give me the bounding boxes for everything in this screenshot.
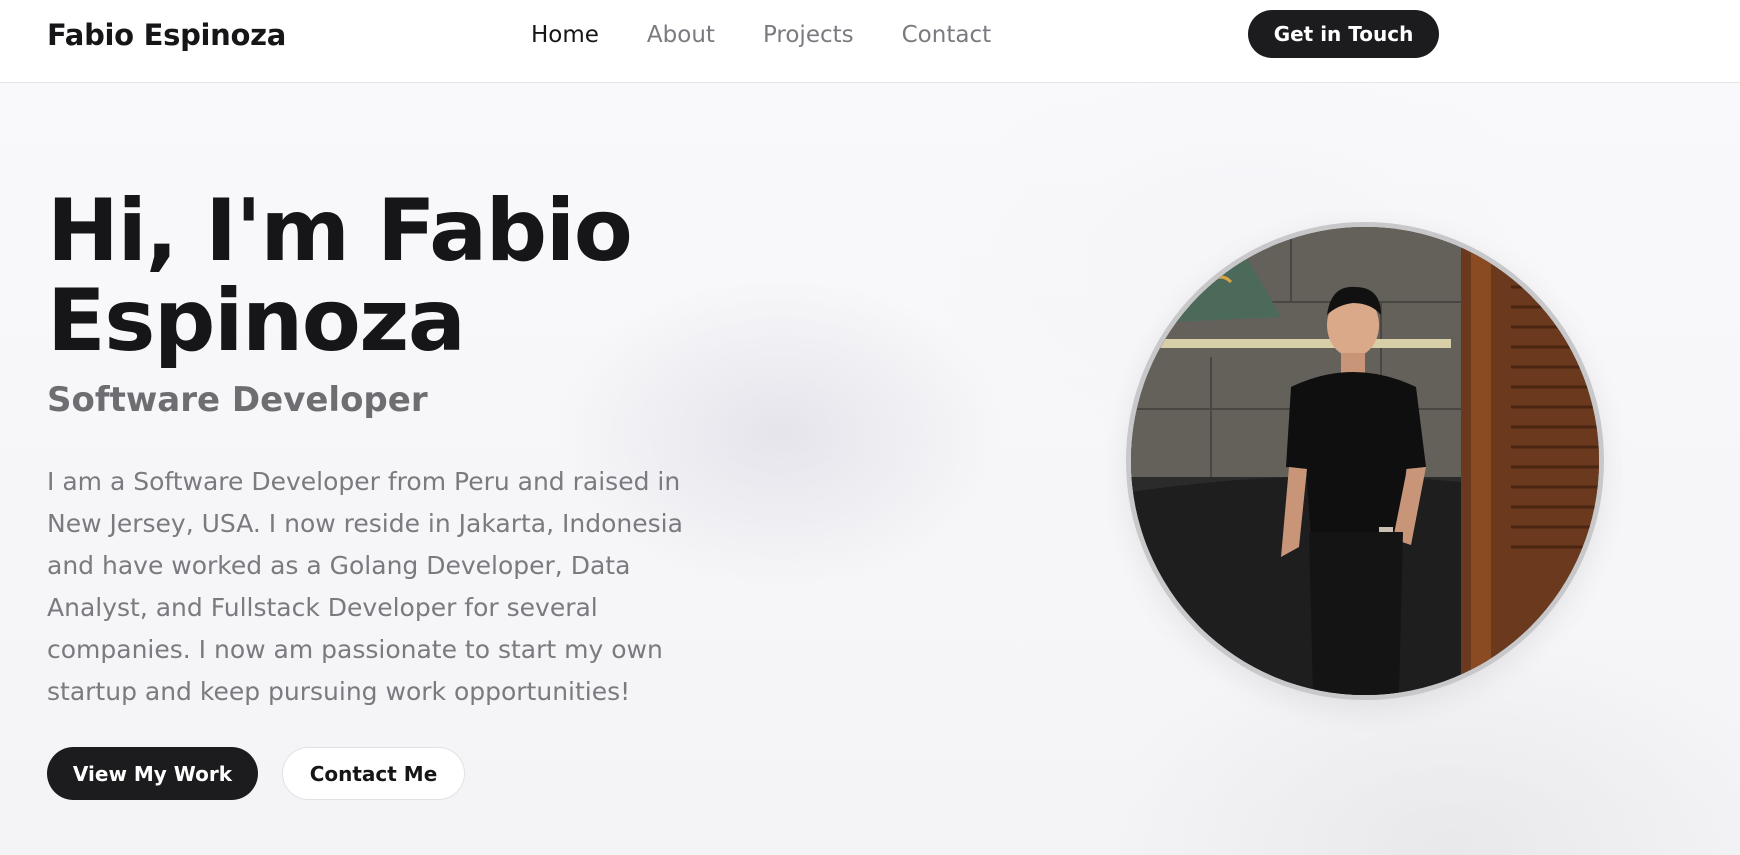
view-my-work-button[interactable]: View My Work [47, 747, 258, 800]
get-in-touch-button[interactable]: Get in Touch [1248, 10, 1439, 58]
hero-title-line-2: Espinoza [47, 271, 466, 371]
hero-description: I am a Software Developer from Peru and … [47, 467, 683, 706]
main-nav: Home About Projects Contact [531, 20, 1039, 50]
nav-item-about[interactable]: About [647, 20, 715, 50]
brand-logo-text[interactable]: Fabio Espinoza [47, 18, 286, 52]
nav-item-contact[interactable]: Contact [902, 20, 991, 50]
profile-photo-illustration [1131, 227, 1599, 695]
site-header: Fabio Espinoza Home About Projects Conta… [0, 0, 1740, 83]
nav-item-home[interactable]: Home [531, 20, 599, 50]
hero-title-line-1: Hi, I'm Fabio [47, 181, 633, 281]
contact-me-button[interactable]: Contact Me [282, 747, 465, 800]
hero-subtitle: Software Developer [47, 380, 428, 420]
nav-item-projects[interactable]: Projects [763, 20, 854, 50]
profile-photo [1126, 222, 1604, 700]
hero-title: Hi, I'm Fabio Espinoza [47, 186, 747, 366]
